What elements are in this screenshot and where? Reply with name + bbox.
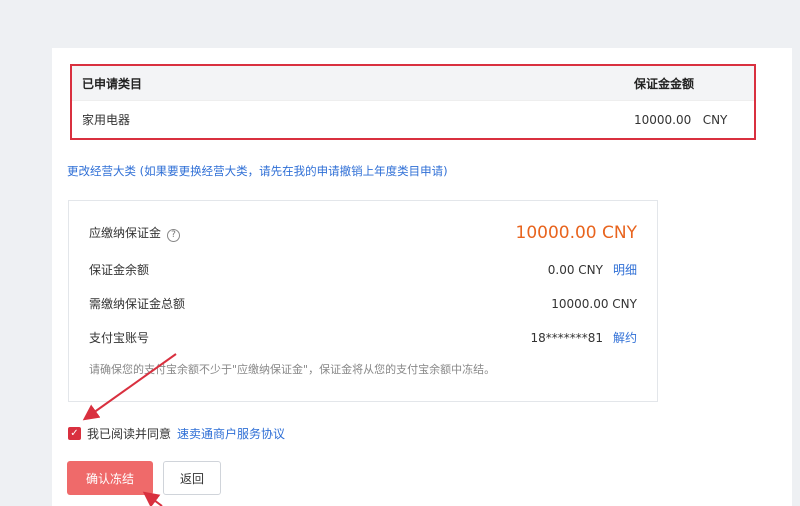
header-category: 已申请类目 [82,76,143,91]
header-amount: 保证金金额 [634,76,695,91]
back-button[interactable]: 返回 [163,461,221,495]
total-label: 需缴纳保证金总额 [89,297,186,311]
agreement-link[interactable]: 速卖通商户服务协议 [177,425,285,442]
row-amount: 10000.00 CNY [634,112,728,127]
balance-row: 保证金余额 0.00 CNY 明细 [89,261,637,278]
total-value: 10000.00 CNY [551,296,637,311]
total-row: 需缴纳保证金总额 10000.00 CNY [89,295,637,312]
balance-value: 0.00 CNY [547,262,603,277]
deposit-card: 应缴纳保证金? 10000.00 CNY 保证金余额 0.00 CNY 明细 需… [68,200,658,402]
help-icon[interactable]: ? [167,229,181,242]
alipay-row: 支付宝账号 18*******81 解约 [89,329,637,346]
alipay-label: 支付宝账号 [89,331,150,345]
payable-row: 应缴纳保证金? 10000.00 CNY [89,223,637,243]
unbind-link[interactable]: 解约 [613,329,637,346]
agreement-text: 我已阅读并同意 [87,427,172,441]
change-category-link[interactable]: 更改经营大类 (如果要更换经营大类，请先在我的申请撤销上年度类目申请) [67,163,448,179]
agreement-checkbox[interactable]: ✓ [68,427,81,440]
row-category: 家用电器 [82,113,131,127]
balance-detail-link[interactable]: 明细 [613,261,637,278]
confirm-freeze-button[interactable]: 确认冻结 [67,461,153,495]
category-table: 已申请类目 保证金金额 家用电器 10000.00 CNY [70,64,756,140]
alipay-value: 18*******81 [530,330,603,345]
category-table-header: 已申请类目 保证金金额 [72,66,754,100]
payable-value: 10000.00 CNY [515,223,638,243]
payable-label: 应缴纳保证金 [89,226,162,240]
table-row: 家用电器 10000.00 CNY [72,100,754,138]
agreement-row: ✓ 我已阅读并同意 速卖通商户服务协议 [68,425,285,442]
balance-label: 保证金余额 [89,263,150,277]
deposit-tip: 请确保您的支付宝余额不少于"应缴纳保证金"，保证金将从您的支付宝余额中冻结。 [89,363,496,376]
